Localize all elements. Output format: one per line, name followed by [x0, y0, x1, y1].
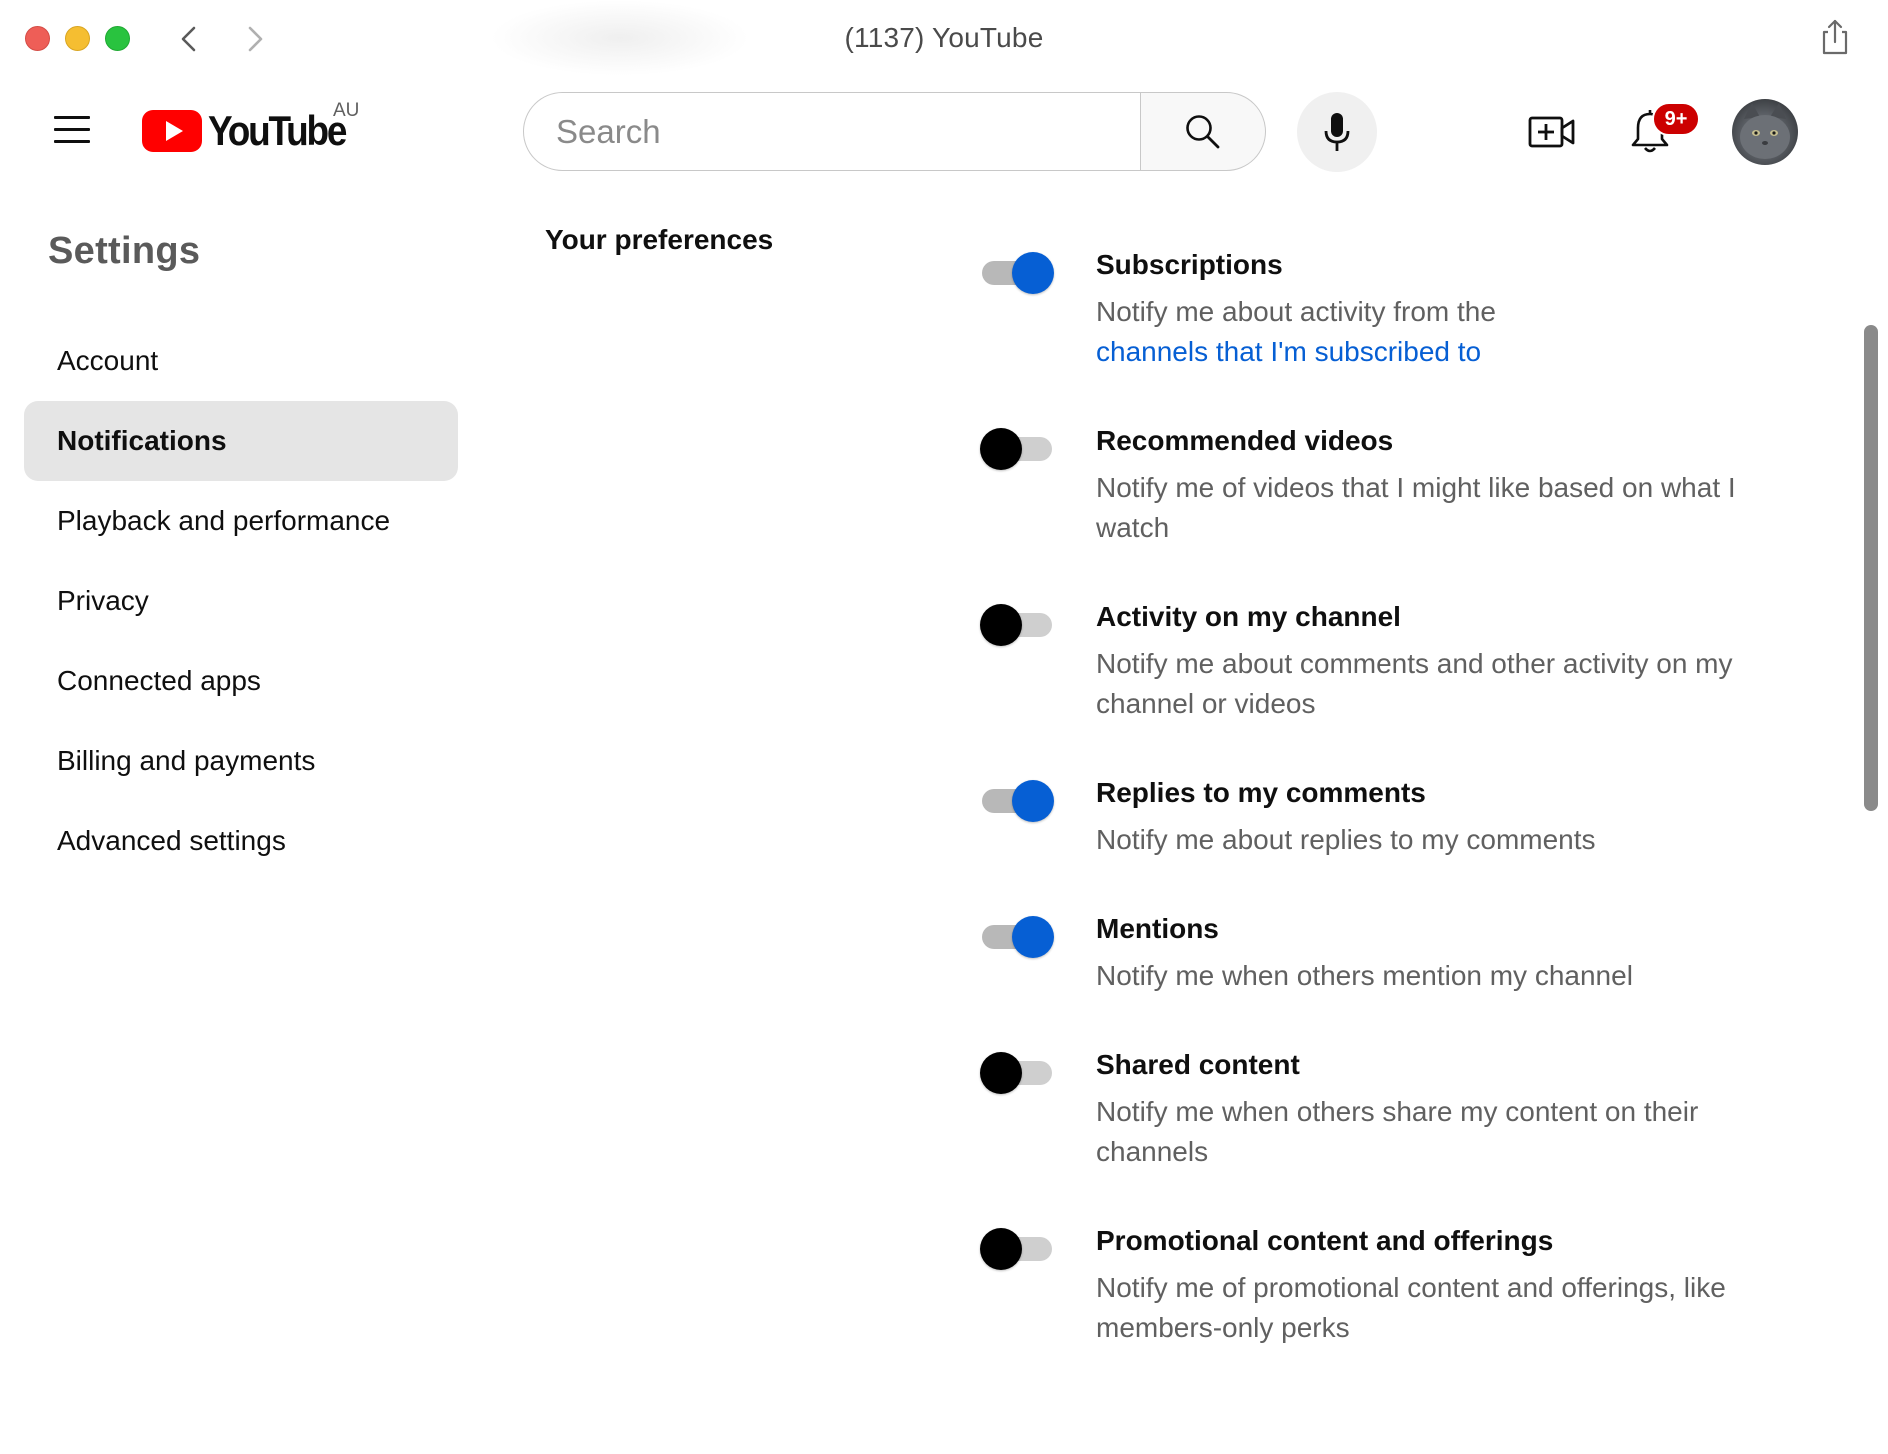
subscriptions-toggle[interactable] — [980, 252, 1054, 294]
pref-activity-on-channel: Activity on my channel Notify me about c… — [980, 596, 1760, 772]
cat-avatar-icon — [1732, 99, 1798, 165]
pref-title: Promotional content and offerings — [1096, 1220, 1760, 1262]
sidebar-item-label: Privacy — [57, 585, 149, 617]
sidebar-item-notifications[interactable]: Notifications — [24, 401, 458, 481]
pref-description: Notify me of videos that I might like ba… — [1096, 468, 1756, 548]
your-preferences-heading: Your preferences — [545, 224, 773, 256]
pref-recommended-videos: Recommended videos Notify me of videos t… — [980, 420, 1760, 596]
pref-mentions: Mentions Notify me when others mention m… — [980, 908, 1760, 1044]
sidebar-item-label: Billing and payments — [57, 745, 315, 777]
share-icon[interactable] — [1818, 18, 1852, 56]
pref-title: Replies to my comments — [1096, 772, 1760, 814]
youtube-settings-window: (1137) YouTube YouTube AU — [0, 0, 1888, 1454]
create-video-icon[interactable] — [1528, 112, 1576, 152]
sidebar-item-label: Playback and performance — [57, 505, 390, 537]
pref-description: Notify me when others mention my channel — [1096, 956, 1756, 996]
sidebar-item-advanced[interactable]: Advanced settings — [24, 801, 458, 881]
masthead: YouTube AU 9+ — [0, 76, 1888, 186]
youtube-logo-text: YouTube — [208, 107, 345, 155]
sidebar-item-billing[interactable]: Billing and payments — [24, 721, 458, 801]
settings-heading: Settings — [48, 230, 200, 273]
replies-to-comments-toggle[interactable] — [980, 780, 1054, 822]
activity-on-channel-toggle[interactable] — [980, 604, 1054, 646]
sidebar-item-connected-apps[interactable]: Connected apps — [24, 641, 458, 721]
notification-count-badge: 9+ — [1652, 102, 1700, 136]
window-titlebar: (1137) YouTube — [0, 0, 1888, 76]
mentions-toggle[interactable] — [980, 916, 1054, 958]
sidebar-item-label: Account — [57, 345, 158, 377]
youtube-play-logo-icon — [142, 110, 202, 152]
pref-description: Notify me of promotional content and off… — [1096, 1268, 1756, 1348]
sidebar-item-privacy[interactable]: Privacy — [24, 561, 458, 641]
pref-description-text: Notify me about activity from the — [1096, 296, 1496, 327]
window-title: (1137) YouTube — [0, 22, 1888, 54]
youtube-logo[interactable]: YouTube — [142, 96, 364, 166]
pref-description: Notify me when others share my content o… — [1096, 1092, 1756, 1172]
pref-title: Recommended videos — [1096, 420, 1760, 462]
pref-title: Subscriptions — [1096, 244, 1760, 286]
pref-subscriptions: Subscriptions Notify me about activity f… — [980, 244, 1760, 420]
page-scrollbar[interactable] — [1864, 325, 1878, 811]
pref-description: Notify me about replies to my comments — [1096, 820, 1756, 860]
pref-description: Notify me about comments and other activ… — [1096, 644, 1756, 724]
pref-replies-to-comments: Replies to my comments Notify me about r… — [980, 772, 1760, 908]
search-input[interactable] — [523, 92, 1141, 171]
pref-promotional-content: Promotional content and offerings Notify… — [980, 1220, 1760, 1396]
sidebar-item-label: Notifications — [57, 425, 227, 457]
pref-description: Notify me about activity from the channe… — [1096, 292, 1756, 372]
search-icon — [1183, 112, 1223, 152]
sidebar-item-playback[interactable]: Playback and performance — [24, 481, 458, 561]
account-avatar[interactable] — [1732, 99, 1798, 165]
pref-title: Shared content — [1096, 1044, 1760, 1086]
subscribed-channels-link[interactable]: channels that I'm subscribed to — [1096, 336, 1481, 367]
sidebar-item-label: Connected apps — [57, 665, 261, 697]
country-code: AU — [333, 100, 359, 122]
search-button[interactable] — [1140, 92, 1266, 171]
settings-sidebar: Account Notifications Playback and perfo… — [24, 321, 458, 881]
pref-shared-content: Shared content Notify me when others sha… — [980, 1044, 1760, 1220]
shared-content-toggle[interactable] — [980, 1052, 1054, 1094]
recommended-videos-toggle[interactable] — [980, 428, 1054, 470]
voice-search-button[interactable] — [1297, 92, 1377, 172]
hamburger-menu-icon[interactable] — [50, 112, 94, 146]
preferences-list: Subscriptions Notify me about activity f… — [980, 244, 1760, 1396]
microphone-icon — [1320, 111, 1354, 153]
sidebar-item-account[interactable]: Account — [24, 321, 458, 401]
promotional-content-toggle[interactable] — [980, 1228, 1054, 1270]
pref-title: Mentions — [1096, 908, 1760, 950]
pref-title: Activity on my channel — [1096, 596, 1760, 638]
sidebar-item-label: Advanced settings — [57, 825, 286, 857]
